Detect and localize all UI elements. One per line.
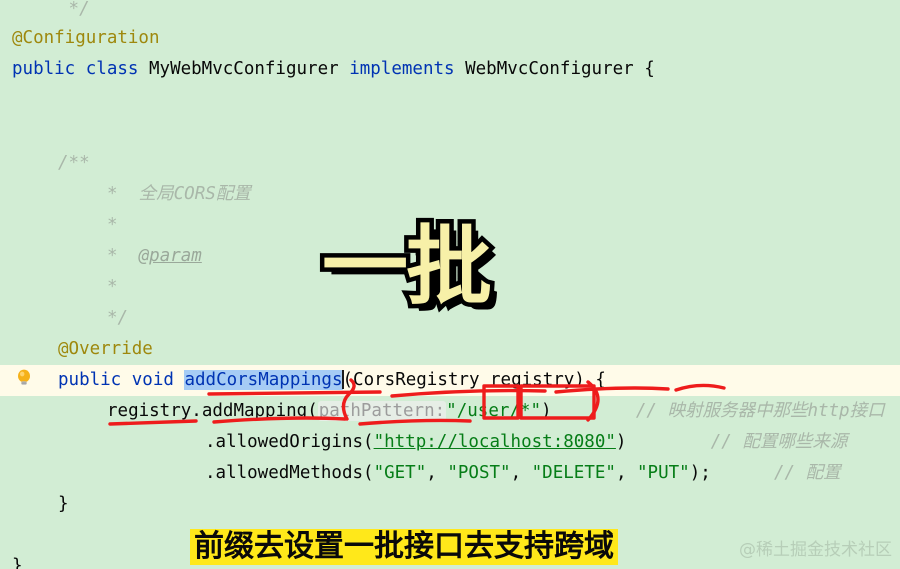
lightbulb-icon[interactable]: [16, 369, 32, 387]
interface-name: WebMvcConfigurer: [465, 59, 634, 79]
annotation-override: @Override: [58, 339, 153, 359]
code-line[interactable]: .allowedOrigins("http://localhost:8080")…: [0, 427, 900, 458]
string-path-pattern: "/user/*": [446, 401, 541, 421]
string-allowed-origin[interactable]: "http://localhost:8080": [374, 432, 616, 452]
annotation-configuration: @Configuration: [12, 28, 160, 48]
paren-close: ): [615, 432, 627, 452]
screenshot-root: */ @Configuration public class MyWebMvcC…: [0, 0, 900, 569]
javadoc-param-tag: @param: [138, 246, 202, 266]
comment-methods: // 配置: [774, 463, 841, 483]
brace-close: }: [12, 556, 23, 569]
javadoc-description: 全局CORS配置: [138, 184, 251, 204]
code-line[interactable]: registry.addMapping(pathPattern:"/user/*…: [0, 396, 900, 427]
comment-mapping: // 映射服务器中那些http接口: [635, 401, 885, 421]
code-line[interactable]: .allowedMethods("GET", "POST", "DELETE",…: [0, 458, 900, 489]
keyword-public: public: [12, 59, 76, 79]
comment-origins: // 配置哪些来源: [710, 432, 848, 452]
call-receiver-registry: registry: [107, 401, 192, 421]
javadoc-open: /**: [58, 153, 90, 173]
keyword-implements: implements: [349, 59, 455, 79]
javadoc-star: *: [107, 184, 118, 204]
method-name-selected[interactable]: addCorsMappings: [184, 370, 343, 390]
string-post: "POST": [447, 463, 511, 483]
string-put: "PUT": [637, 463, 690, 483]
keyword-public: public: [58, 370, 122, 390]
string-delete: "DELETE": [531, 463, 616, 483]
call-allowed-methods: .allowedMethods(: [205, 463, 374, 483]
method-parameters: (CorsRegistry registry) {: [342, 370, 606, 390]
code-line[interactable]: * 全局CORS配置: [0, 179, 900, 210]
code-line-current[interactable]: public void addCorsMappings(CorsRegistry…: [0, 365, 900, 396]
comma: ,: [615, 463, 638, 483]
code-line[interactable]: @Override: [0, 334, 900, 365]
comment-close-token: */: [58, 0, 90, 19]
paren-close: ): [541, 401, 552, 421]
code-line[interactable]: /**: [0, 148, 900, 179]
javadoc-star: *: [107, 246, 118, 266]
code-line[interactable]: */: [0, 0, 900, 25]
javadoc-star: *: [107, 277, 118, 297]
watermark: @稀土掘金技术社区: [739, 540, 892, 560]
subtitle-caption: 前缀去设置一批接口去支持跨域: [190, 529, 618, 565]
keyword-class: class: [85, 59, 139, 79]
call-addmapping: .addMapping(: [191, 401, 318, 421]
call-allowed-origins: .allowedOrigins(: [205, 432, 374, 452]
brace-close: }: [58, 494, 69, 514]
class-name: MyWebMvcConfigurer: [149, 59, 339, 79]
code-line[interactable]: public class MyWebMvcConfigurer implemen…: [0, 54, 900, 85]
javadoc-star: *: [107, 215, 118, 235]
brace-open: {: [644, 59, 655, 79]
comma: ,: [510, 463, 532, 483]
parameter-hint-pathpattern: pathPattern:: [317, 401, 447, 421]
statement-end: );: [689, 463, 711, 483]
comma: ,: [426, 463, 448, 483]
string-get: "GET": [373, 463, 427, 483]
overlay-big-word: 一批: [318, 217, 497, 317]
code-line[interactable]: }: [0, 489, 900, 520]
keyword-void: void: [131, 370, 174, 390]
javadoc-close: */: [107, 308, 129, 328]
code-line[interactable]: @Configuration: [0, 23, 900, 54]
